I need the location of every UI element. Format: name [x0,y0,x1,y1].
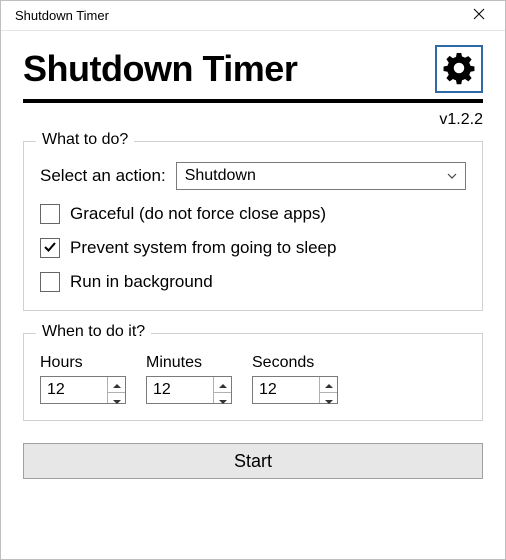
minutes-spinner[interactable]: 12 [146,376,232,404]
minutes-value: 12 [147,377,213,403]
group-what-to-do: What to do? Select an action: Shutdown G… [23,141,483,311]
hours-down-button[interactable] [108,392,125,408]
group-what-legend: What to do? [36,131,134,149]
minutes-stepper [213,377,231,403]
close-button[interactable] [457,2,501,30]
action-select-label: Select an action: [40,166,166,186]
hours-label: Hours [40,354,126,372]
caret-down-icon [113,393,121,408]
window-title: Shutdown Timer [15,8,109,23]
app-title: Shutdown Timer [23,49,297,89]
titlebar: Shutdown Timer [1,1,505,31]
start-button[interactable]: Start [23,443,483,479]
version-label: v1.2.2 [23,111,483,129]
caret-up-icon [325,377,333,392]
caret-down-icon [219,393,227,408]
hours-stepper [107,377,125,403]
time-col-seconds: Seconds 12 [252,354,338,404]
caret-up-icon [113,377,121,392]
minutes-up-button[interactable] [214,377,231,392]
chevron-down-icon [446,162,458,190]
settings-button[interactable] [435,45,483,93]
header-rule [23,99,483,103]
caret-down-icon [325,393,333,408]
action-select-value: Shutdown [185,167,256,185]
seconds-label: Seconds [252,354,338,372]
checkbox-prevent-sleep-label: Prevent system from going to sleep [70,238,336,258]
content: Shutdown Timer v1.2.2 What to do? Select… [1,31,505,489]
close-icon [473,8,485,23]
start-button-label: Start [234,451,272,472]
minutes-down-button[interactable] [214,392,231,408]
caret-up-icon [219,377,227,392]
seconds-up-button[interactable] [320,377,337,392]
time-col-minutes: Minutes 12 [146,354,232,404]
hours-value: 12 [41,377,107,403]
checkbox-graceful[interactable] [40,204,60,224]
header-row: Shutdown Timer [23,45,483,93]
check-graceful-row: Graceful (do not force close apps) [40,204,466,224]
group-when-legend: When to do it? [36,323,151,341]
minutes-label: Minutes [146,354,232,372]
gear-icon [441,50,477,89]
checkbox-background[interactable] [40,272,60,292]
hours-up-button[interactable] [108,377,125,392]
action-row: Select an action: Shutdown [40,162,466,190]
checkbox-prevent-sleep[interactable] [40,238,60,258]
time-columns: Hours 12 Minutes 12 [40,354,466,404]
check-background-row: Run in background [40,272,466,292]
group-when-to-do-it: When to do it? Hours 12 [23,333,483,421]
checkbox-graceful-label: Graceful (do not force close apps) [70,204,326,224]
seconds-spinner[interactable]: 12 [252,376,338,404]
hours-spinner[interactable]: 12 [40,376,126,404]
checkbox-background-label: Run in background [70,272,213,292]
seconds-stepper [319,377,337,403]
seconds-down-button[interactable] [320,392,337,408]
time-col-hours: Hours 12 [40,354,126,404]
seconds-value: 12 [253,377,319,403]
checkmark-icon [43,240,57,257]
check-prevent-sleep-row: Prevent system from going to sleep [40,238,466,258]
action-select[interactable]: Shutdown [176,162,466,190]
